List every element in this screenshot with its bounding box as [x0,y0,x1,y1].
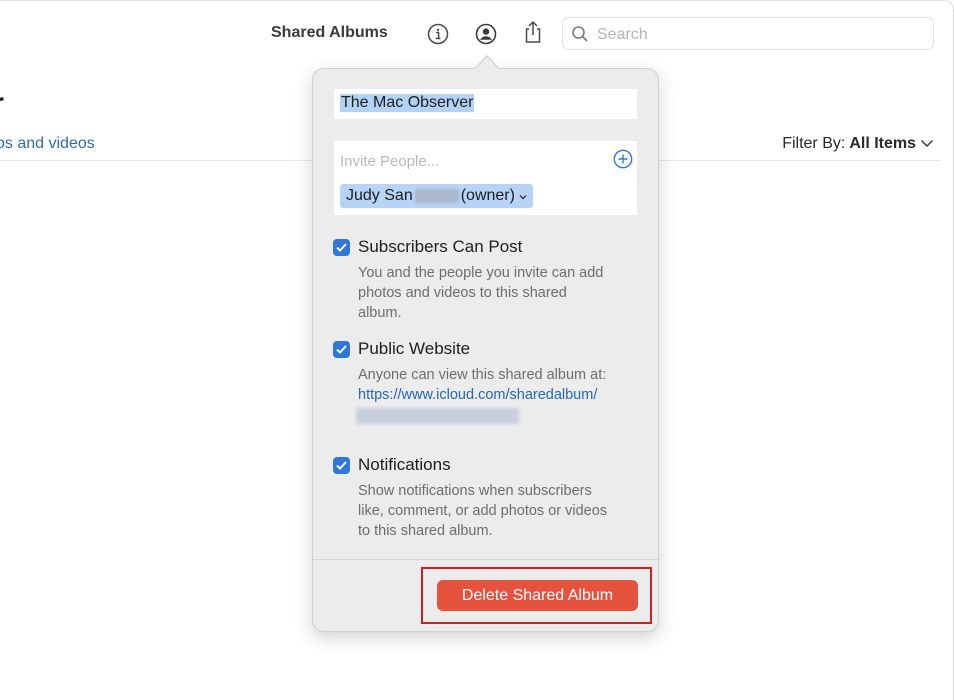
filter-dropdown[interactable]: Filter By: All Items [782,135,934,153]
add-person-icon[interactable] [613,149,633,174]
photos-videos-link[interactable]: os and videos [0,135,95,153]
redacted-name [414,189,459,203]
notifications-checkbox[interactable] [333,456,350,474]
checkmark-icon [336,344,347,354]
person-circle-icon[interactable] [473,21,499,47]
search-field[interactable]: Search [562,17,934,50]
album-name-text: The Mac Observer [340,94,475,112]
search-placeholder: Search [597,26,648,43]
option-label: Subscribers Can Post [358,237,523,256]
checkmark-icon [336,460,347,470]
chevron-down-icon [920,135,934,153]
subscribers-can-post-checkbox[interactable] [333,238,350,256]
owner-name: Judy San [346,187,413,204]
filter-label: Filter By: [782,135,846,152]
option-label: Public Website [358,339,471,358]
option-description: Show notifications when subscribers like… [358,483,608,539]
owner-suffix: (owner) [460,187,515,204]
redacted-url [356,408,519,424]
option-subscribers-can-post: Subscribers Can Post You and the people … [333,237,643,323]
delete-shared-album-button[interactable]: Delete Shared Album [437,580,638,611]
chevron-down-icon [519,184,527,208]
public-url-link[interactable]: https://www.icloud.com/sharedalbum/ [358,385,643,405]
owner-token[interactable]: Judy San (owner) [340,184,533,208]
option-label: Notifications [358,455,451,474]
toolbar-title: Shared Albums [271,24,388,41]
popover-divider [313,559,658,560]
shared-album-popover: The Mac Observer Invite People... Judy S… [312,68,659,632]
share-icon[interactable] [520,19,546,45]
public-website-checkbox[interactable] [333,340,350,358]
popover-arrow-fill [475,57,499,69]
option-public-website: Public Website Anyone can view this shar… [333,339,643,424]
option-description: You and the people you invite can add ph… [358,265,604,321]
checkmark-icon [336,242,347,252]
page-title: r [0,87,4,119]
search-icon [571,25,589,48]
invite-people-field[interactable]: Invite People... Judy San (owner) [334,141,637,215]
option-description: Anyone can view this shared album at: [358,367,607,383]
album-name-field[interactable]: The Mac Observer [334,89,637,119]
invite-placeholder: Invite People... [340,153,440,170]
option-notifications: Notifications Show notifications when su… [333,455,643,541]
filter-value: All Items [849,135,916,152]
info-icon[interactable] [425,21,451,47]
